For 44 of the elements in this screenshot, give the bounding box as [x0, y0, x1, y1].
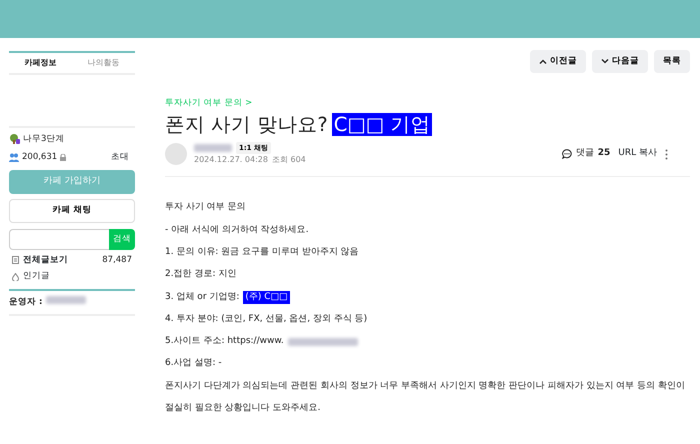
members-icon — [9, 152, 19, 162]
body-text: 3. 업체 or 기업명: — [165, 290, 240, 304]
avatar — [165, 143, 187, 166]
list-button[interactable]: 목록 — [654, 50, 690, 73]
redacted-name — [46, 296, 86, 304]
body-text: 2.접한 경로: 지인 — [165, 268, 236, 282]
post-count: 87,487 — [102, 254, 132, 266]
lock-icon — [60, 154, 66, 161]
chat-button[interactable]: 카페 채팅 — [9, 198, 135, 222]
body-text: 4. 투자 분야: (코인, FX, 선물, 옵션, 장외 주식 등) — [165, 312, 368, 326]
post-date: 2024.12.27. 04:28 — [194, 154, 268, 166]
invite-link[interactable]: 초대 — [111, 150, 129, 164]
down-caret-icon — [601, 59, 609, 64]
highlighted-text: (주) C□□ — [243, 290, 290, 304]
up-caret-icon — [539, 59, 547, 64]
body-text: 폰지사기 다단계가 의심되는데 관련된 회사의 정보가 너무 부족해서 사기인지 명확한 판단이나 피해자가 있는지 여부 등의 확인이 — [165, 380, 685, 393]
body-text: 투자 사기 여부 문의 — [165, 201, 246, 214]
comment-icon — [562, 149, 572, 160]
url-copy-link[interactable]: URL 복사 — [618, 147, 657, 161]
body-text: 1. 문의 이유: 원금 요구를 미루며 받아주지 않음 — [165, 246, 359, 259]
comment-count: 25 — [598, 147, 610, 160]
more-icon[interactable] — [665, 148, 668, 160]
redacted-name — [194, 144, 232, 152]
member-count: 200,631 — [22, 150, 58, 164]
comments-label[interactable]: 댓글 — [576, 147, 594, 161]
next-button[interactable]: 다음글 — [592, 50, 648, 73]
body-text: 5.사이트 주소: https://www. — [165, 335, 284, 348]
prev-button[interactable]: 이전글 — [530, 50, 586, 73]
sidebar-tab[interactable]: 나의활동 — [72, 57, 135, 69]
level-text: 나무3단계 — [23, 133, 64, 146]
search-field[interactable] — [9, 228, 109, 250]
highlighted-title: C□□ 기업 — [332, 112, 432, 136]
body-text: 절실히 필요한 상황입니다 도와주세요. — [165, 402, 320, 416]
body-text: 6.사업 설명: - — [165, 357, 222, 370]
body-text: - 아래 서식에 의거하여 작성하세요. — [165, 224, 309, 237]
article-title: 폰지 사기 맞나요? — [165, 112, 328, 136]
operator-label: 운영자 : — [9, 296, 42, 309]
view-count: 조회 604 — [272, 154, 306, 166]
list-icon — [12, 256, 19, 264]
sidebar-tab[interactable]: 카페정보 — [9, 57, 72, 69]
flame-icon — [12, 272, 19, 281]
menu-item[interactable]: 전체글보기 — [23, 254, 68, 266]
menu-item[interactable]: 인기글 — [23, 270, 50, 283]
tree-icon — [9, 134, 20, 144]
